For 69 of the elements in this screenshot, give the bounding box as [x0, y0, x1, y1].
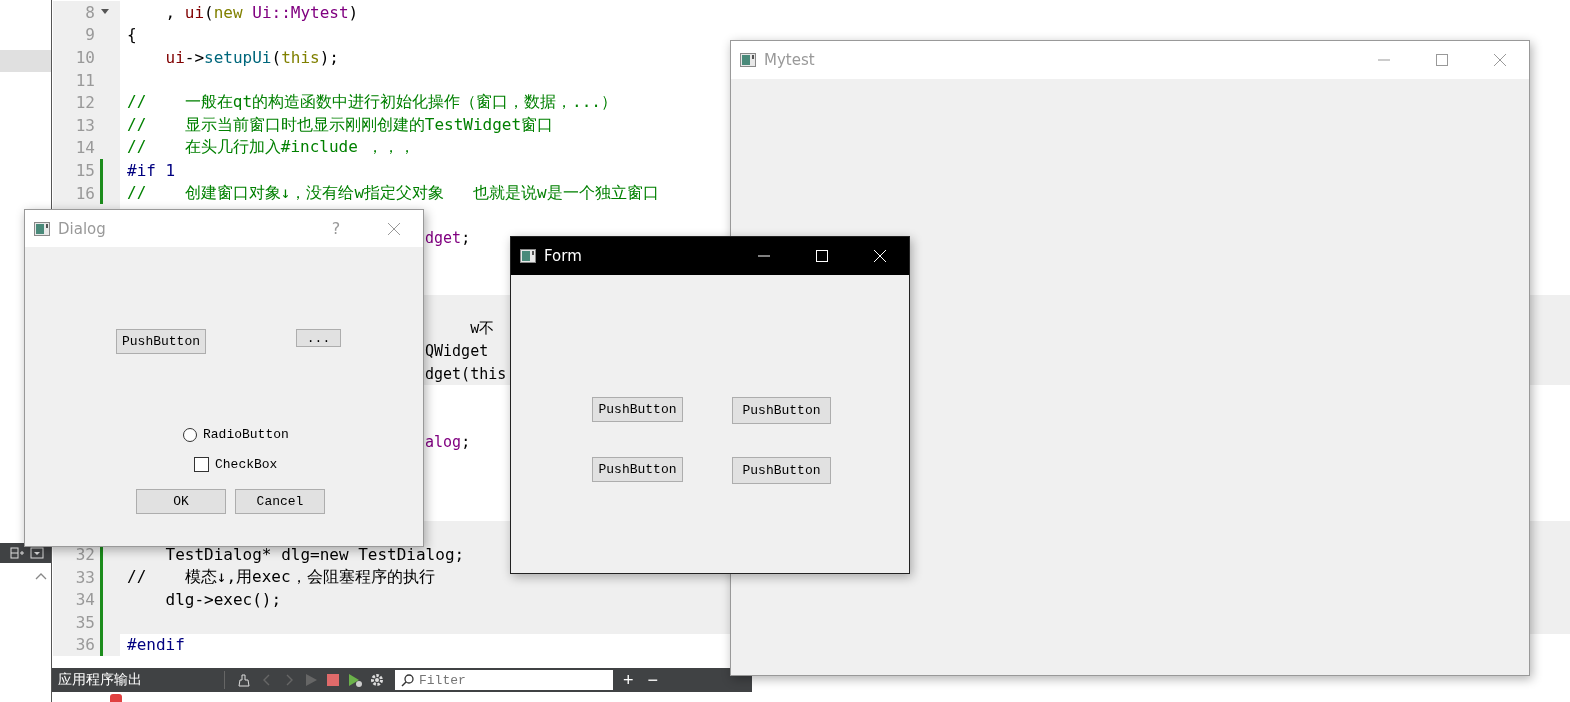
- output-pane-title[interactable]: 应用程序输出: [52, 671, 218, 689]
- app-icon: [34, 221, 50, 236]
- window-title: Mytest: [764, 51, 815, 69]
- scroll-up-icon[interactable]: [35, 572, 47, 580]
- checkbox-label: CheckBox: [215, 457, 278, 472]
- code-fragment: dget(this: [425, 364, 507, 383]
- window-title: Form: [544, 247, 582, 265]
- search-icon: [401, 673, 415, 687]
- line-number: 13: [74, 115, 95, 135]
- close-icon: [1494, 54, 1506, 66]
- line-number: 14: [74, 138, 95, 158]
- line-number: 8: [84, 2, 95, 22]
- code-line: // 一般在qt的构造函数中进行初始化操作（窗口，数据，...）: [126, 92, 617, 114]
- filter-field[interactable]: Filter: [395, 670, 613, 690]
- push-button[interactable]: PushButton: [592, 457, 683, 482]
- line-number: 34: [74, 590, 95, 610]
- line-number: 9: [84, 25, 95, 45]
- code-line: , ui(new Ui::Mytest): [164, 2, 359, 22]
- line-number: 32: [74, 545, 95, 565]
- close-icon: [874, 250, 886, 262]
- debug-run-icon[interactable]: [347, 672, 363, 688]
- line-number: 16: [74, 183, 95, 203]
- code-line: TestDialog* dlg=new TestDialog;: [164, 545, 465, 565]
- push-button[interactable]: OK: [136, 489, 226, 514]
- stop-icon[interactable]: [325, 672, 341, 688]
- run-icon[interactable]: [303, 672, 319, 688]
- line-number: 33: [74, 567, 95, 587]
- radio-button[interactable]: [183, 427, 197, 442]
- push-button[interactable]: PushButton: [592, 397, 683, 422]
- line-number: 35: [74, 612, 95, 632]
- checkbox[interactable]: [194, 457, 209, 472]
- toolbar-button[interactable]: −: [643, 671, 663, 689]
- line-number: 11: [74, 70, 95, 90]
- code-line: // 创建窗口对象↓，没有给w指定父对象 也就是说w是一个独立窗口: [126, 182, 659, 204]
- push-button[interactable]: Cancel: [235, 489, 325, 514]
- maximize-icon: [816, 250, 828, 262]
- app-icon: [740, 53, 756, 67]
- push-button[interactable]: ...: [296, 329, 341, 347]
- line-number: 15: [74, 160, 95, 180]
- push-button[interactable]: PushButton: [116, 329, 206, 354]
- settings-icon[interactable]: [369, 672, 385, 688]
- line-number: 12: [74, 93, 95, 113]
- code-line: dlg->exec();: [164, 590, 282, 610]
- code-line: // 模态↓,用exec，会阻塞程序的执行: [126, 566, 435, 588]
- code-fragment: w不: [469, 319, 495, 339]
- close-icon: [388, 222, 400, 235]
- code-fragment: QWidget: [425, 342, 489, 361]
- sidebar-item[interactable]: [0, 50, 51, 72]
- code-line: // 显示当前窗口时也显示刚刚创建的TestWidget窗口: [126, 114, 554, 136]
- line-number: 10: [74, 48, 95, 67]
- maximize-icon: [1436, 54, 1448, 66]
- app-icon: [520, 249, 536, 263]
- error-icon: [110, 694, 122, 702]
- code-line: ui->setupUi(this);: [164, 48, 339, 67]
- line-number: 36: [74, 635, 95, 655]
- push-button[interactable]: PushButton: [732, 397, 831, 424]
- toolbar-button[interactable]: +: [619, 671, 638, 689]
- code-line: #endif: [126, 635, 185, 655]
- window-title: Dialog: [58, 219, 106, 238]
- push-button[interactable]: PushButton: [732, 457, 831, 484]
- code-line: {: [126, 25, 137, 45]
- code-fragment: alog;: [425, 432, 471, 451]
- dropdown-icon[interactable]: [30, 546, 44, 560]
- clear-icon[interactable]: [237, 672, 253, 688]
- radio-label: RadioButton: [203, 427, 289, 442]
- code-line: // 在头几行加入#include ，，，: [126, 137, 416, 159]
- code-fragment: dget;: [425, 229, 471, 248]
- code-line: #if 1: [126, 160, 176, 180]
- split-icon[interactable]: [10, 546, 24, 560]
